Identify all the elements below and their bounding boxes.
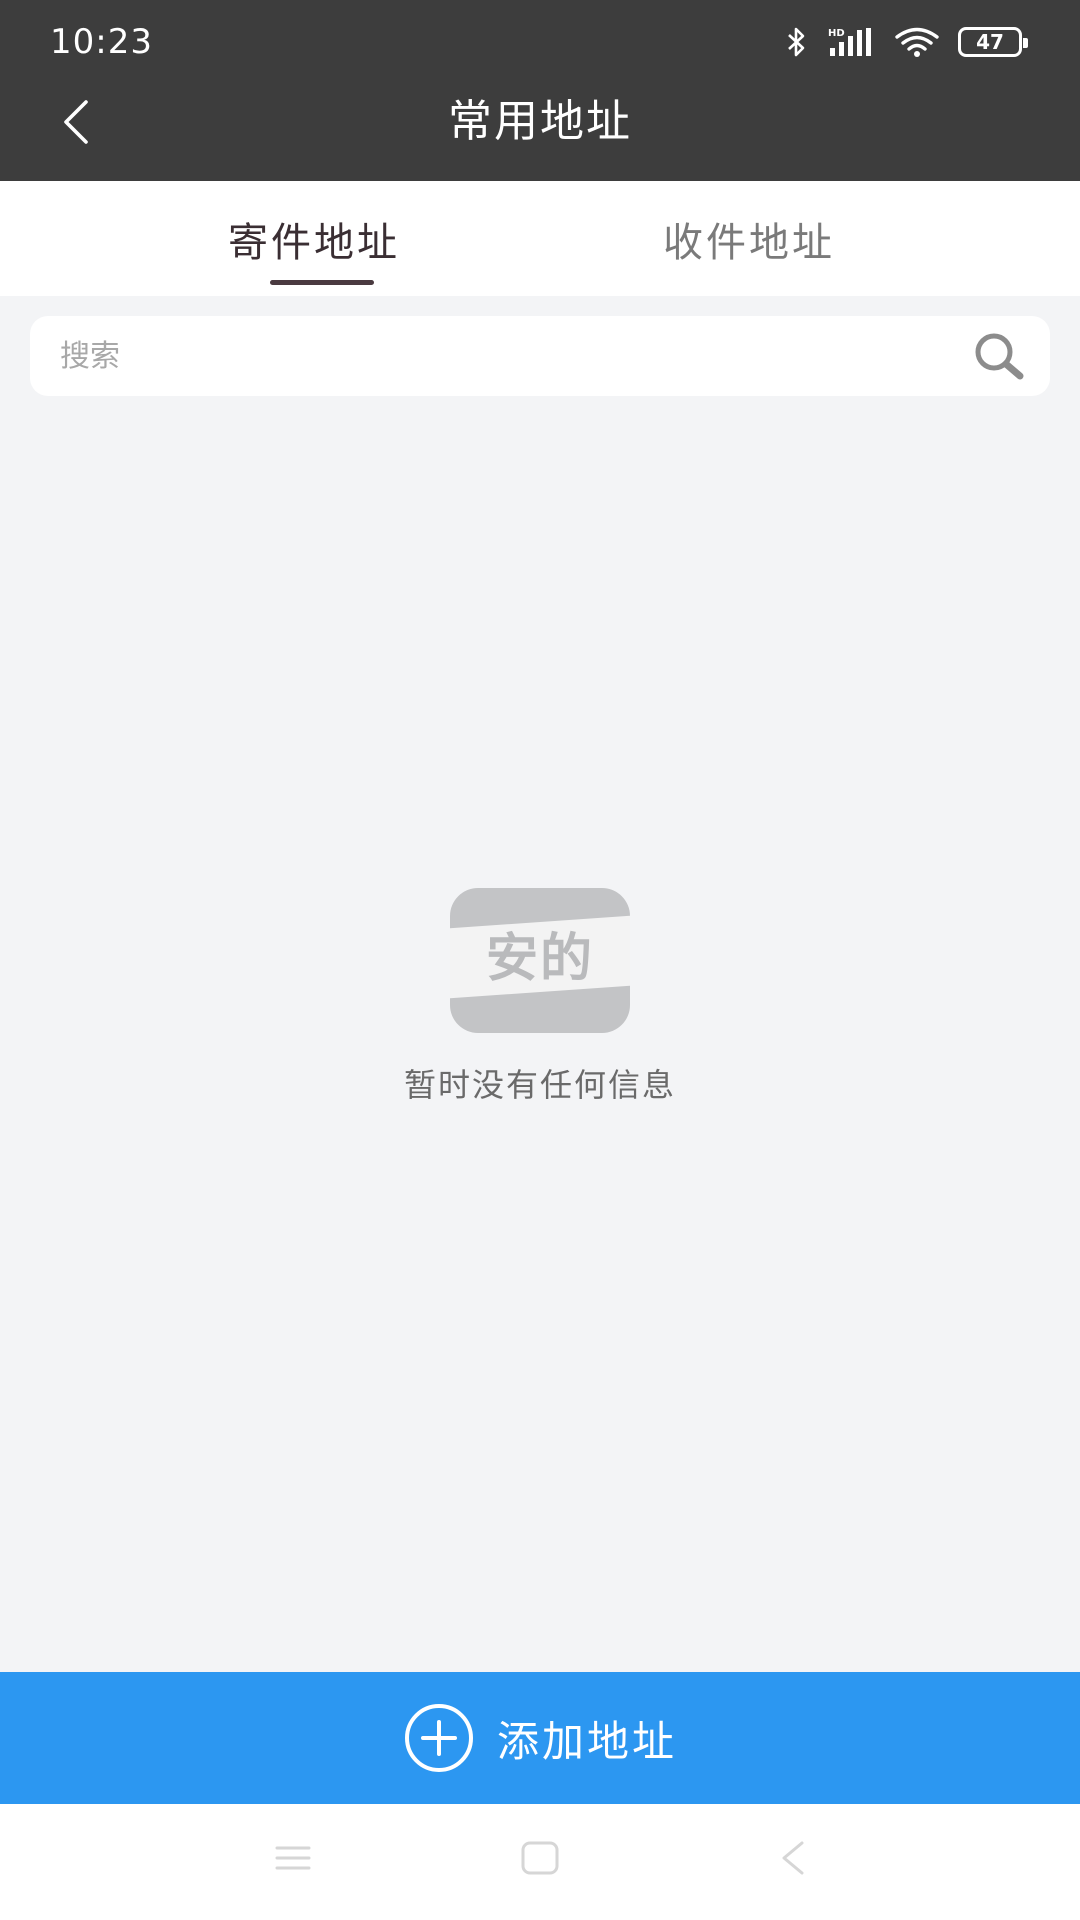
- header-bar: 10:23 HD 47 常用地址: [0, 0, 1080, 181]
- active-tab-indicator: [270, 280, 374, 285]
- empty-state-message: 暂时没有任何信息: [403, 1066, 676, 1104]
- wifi-icon: [894, 26, 940, 58]
- menu-icon[interactable]: [275, 1840, 311, 1876]
- svg-text:HD: HD: [828, 28, 845, 39]
- search-icon[interactable]: [970, 330, 1030, 384]
- tab-sender-address[interactable]: 寄件地址: [228, 219, 400, 267]
- app-root: 10:23 HD 47 常用地址 寄件地址 收件地址 搜索 安的 暂时没有任何信…: [0, 0, 1080, 1920]
- plus-circle-icon: [404, 1704, 473, 1772]
- add-address-button[interactable]: 添加地址: [0, 1672, 1080, 1804]
- logo-text: 安的: [485, 929, 594, 989]
- tab-bar: 寄件地址 收件地址: [0, 181, 1080, 296]
- back-icon[interactable]: [778, 1840, 808, 1876]
- bluetooth-icon: [786, 26, 808, 58]
- battery-icon: 47: [958, 27, 1028, 57]
- page-title: 常用地址: [448, 96, 632, 147]
- search-input[interactable]: [60, 316, 960, 396]
- status-icons: HD 47: [786, 22, 1028, 62]
- battery-level: 47: [976, 30, 1004, 54]
- search-bar: [30, 316, 1050, 396]
- status-time: 10:23: [50, 22, 153, 62]
- empty-state-logo: 安的: [450, 888, 630, 1033]
- home-icon[interactable]: [520, 1840, 560, 1876]
- tab-recipient-address[interactable]: 收件地址: [663, 219, 835, 267]
- add-address-label: 添加地址: [496, 1716, 677, 1766]
- system-nav-bar: [0, 1804, 1080, 1920]
- signal-icon: HD: [826, 26, 876, 58]
